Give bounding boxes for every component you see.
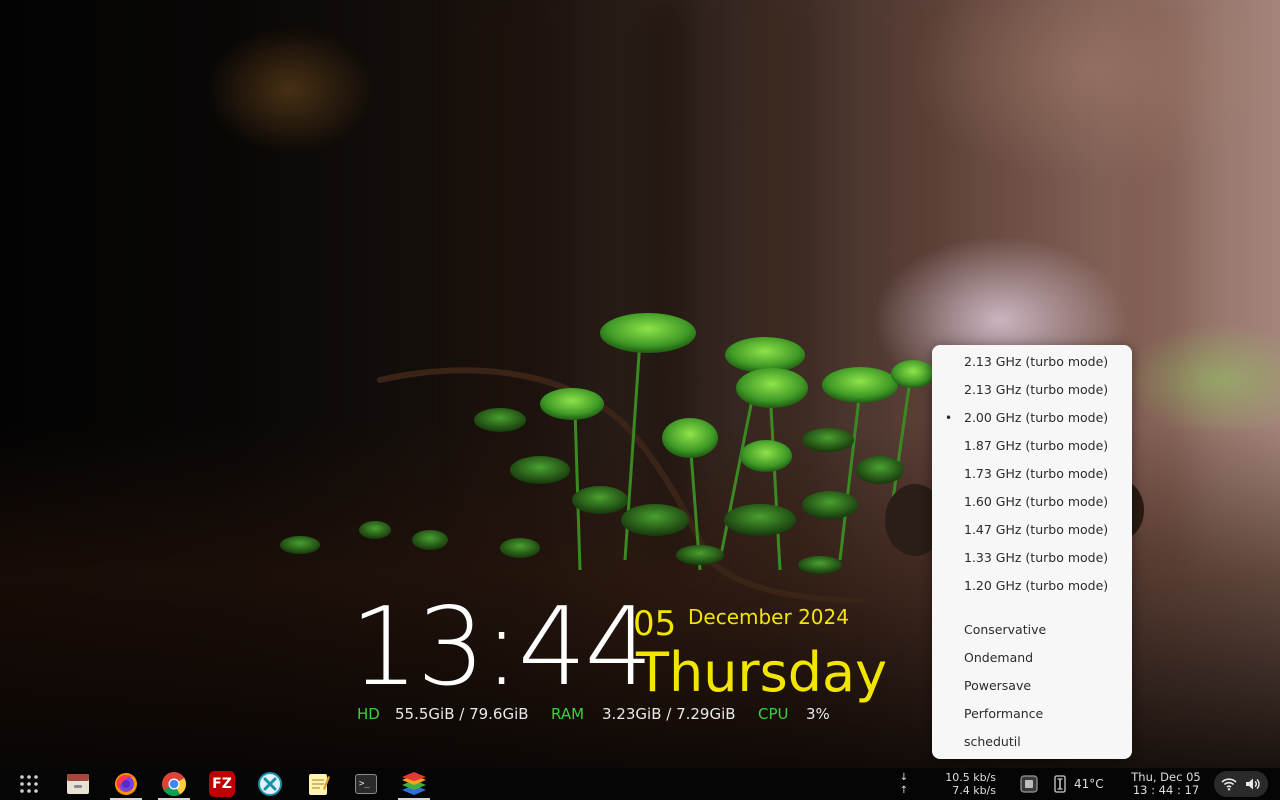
taskbar-app-files[interactable]: [60, 768, 96, 800]
menu-item-label: 1.20 GHz (turbo mode): [964, 578, 1109, 593]
net-upload-speed: 7.4 kb/s: [952, 784, 996, 797]
grid-icon: [20, 775, 38, 793]
taskbar-app-remote-desktop[interactable]: [252, 768, 288, 800]
taskbar-app-firefox[interactable]: [106, 768, 146, 800]
menu-item-label: schedutil: [964, 734, 1021, 749]
temperature-indicator[interactable]: 41°C: [1052, 768, 1112, 800]
menu-item-label: Performance: [964, 706, 1044, 721]
menu-item-frequency[interactable]: 1.33 GHz (turbo mode): [932, 544, 1132, 572]
firefox-icon: [115, 773, 137, 795]
menu-item-governor-conservative[interactable]: Conservative: [932, 616, 1132, 644]
menu-item-label: 1.47 GHz (turbo mode): [964, 522, 1109, 537]
menu-item-frequency[interactable]: 1.47 GHz (turbo mode): [932, 516, 1132, 544]
selected-dot-icon: •: [945, 411, 953, 425]
stat-cpu-value-wrap: 3%: [806, 704, 830, 724]
menu-item-label: 2.13 GHz (turbo mode): [964, 382, 1109, 397]
desktop-date-weekday: Thursday: [636, 641, 888, 704]
app-grid-button[interactable]: [12, 768, 46, 800]
arrow-down-icon: ↓: [899, 772, 909, 783]
temperature-value: 41°C: [1074, 776, 1104, 791]
remote-desktop-icon: [258, 772, 282, 796]
menu-item-governor-ondemand[interactable]: Ondemand: [932, 644, 1132, 672]
thermometer-icon: [1054, 775, 1066, 793]
taskbar-time: 13 : 44 : 17: [1132, 783, 1200, 797]
stat-ram-value-wrap: 3.23GiB / 7.29GiB: [602, 704, 736, 724]
system-status-menu[interactable]: [1214, 768, 1268, 800]
menu-item-frequency[interactable]: 1.87 GHz (turbo mode): [932, 432, 1132, 460]
taskbar-app-terminal[interactable]: >_: [348, 768, 384, 800]
layers-icon: [402, 772, 426, 795]
status-pill: [1214, 771, 1268, 797]
stat-hd-label: HD: [357, 705, 380, 723]
menu-item-frequency[interactable]: 2.13 GHz (turbo mode): [932, 376, 1132, 404]
menu-item-frequency[interactable]: 1.20 GHz (turbo mode): [932, 572, 1132, 600]
menu-item-label: 1.60 GHz (turbo mode): [964, 494, 1109, 509]
menu-item-governor-schedutil[interactable]: schedutil: [932, 728, 1132, 756]
menu-item-label: Powersave: [964, 678, 1032, 693]
network-speed-indicator[interactable]: 10.5 kb/s 7.4 kb/s: [940, 768, 996, 800]
taskbar-app-layers[interactable]: [394, 768, 434, 800]
filezilla-icon: FZ: [209, 771, 235, 797]
taskbar: FZ >_ ↓ ↑ 10.5 kb/s 7.4 kb/s 41°C Thu, D…: [0, 768, 1280, 800]
terminal-icon: >_: [355, 774, 377, 794]
taskbar-clock[interactable]: Thu, Dec 05 13 : 44 : 17: [1126, 768, 1206, 800]
cpu-chip-icon: [1020, 775, 1038, 793]
wifi-icon: [1221, 778, 1237, 791]
taskbar-app-chrome[interactable]: [154, 768, 194, 800]
stat-cpu: CPU: [758, 704, 789, 724]
menu-item-frequency-selected[interactable]: • 2.00 GHz (turbo mode): [932, 404, 1132, 432]
stat-hd-value-wrap: 55.5GiB / 79.6GiB: [395, 704, 529, 724]
desktop-clock-time: 13:44: [350, 585, 653, 710]
desktop-date-month-year: December 2024: [688, 605, 849, 629]
taskbar-app-text-editor[interactable]: [300, 768, 336, 800]
menu-item-governor-performance[interactable]: Performance: [932, 700, 1132, 728]
stat-ram-value: 3.23GiB / 7.29GiB: [602, 705, 736, 723]
menu-item-label: 2.13 GHz (turbo mode): [964, 354, 1109, 369]
net-download-speed: 10.5 kb/s: [945, 771, 996, 784]
menu-item-label: 1.87 GHz (turbo mode): [964, 438, 1109, 453]
stat-cpu-label: CPU: [758, 705, 789, 723]
menu-item-governor-powersave[interactable]: Powersave: [932, 672, 1132, 700]
stat-hd-value: 55.5GiB / 79.6GiB: [395, 705, 529, 723]
stat-hd: HD: [357, 704, 380, 724]
arrow-up-icon: ↑: [899, 785, 909, 796]
menu-item-label: Ondemand: [964, 650, 1034, 665]
menu-item-label: 1.33 GHz (turbo mode): [964, 550, 1109, 565]
menu-item-frequency[interactable]: 1.73 GHz (turbo mode): [932, 460, 1132, 488]
menu-item-frequency[interactable]: 2.13 GHz (turbo mode): [932, 348, 1132, 376]
menu-item-label: 1.73 GHz (turbo mode): [964, 466, 1109, 481]
file-manager-icon: [67, 774, 89, 794]
cpu-frequency-menu: 2.13 GHz (turbo mode) 2.13 GHz (turbo mo…: [932, 345, 1132, 759]
volume-icon: [1245, 778, 1260, 790]
menu-item-frequency[interactable]: 1.60 GHz (turbo mode): [932, 488, 1132, 516]
stat-ram: RAM: [551, 704, 584, 724]
stat-ram-label: RAM: [551, 705, 585, 723]
chrome-icon: [162, 772, 186, 797]
stat-cpu-value: 3%: [806, 705, 830, 723]
menu-item-label: Conservative: [964, 622, 1047, 637]
desktop-date-day: 05: [633, 604, 677, 644]
cpu-freq-indicator[interactable]: [1016, 768, 1042, 800]
menu-item-label: 2.00 GHz (turbo mode): [964, 410, 1109, 425]
text-editor-icon: [309, 774, 330, 795]
network-arrows: ↓ ↑: [896, 768, 912, 800]
taskbar-app-filezilla[interactable]: FZ: [204, 768, 240, 800]
